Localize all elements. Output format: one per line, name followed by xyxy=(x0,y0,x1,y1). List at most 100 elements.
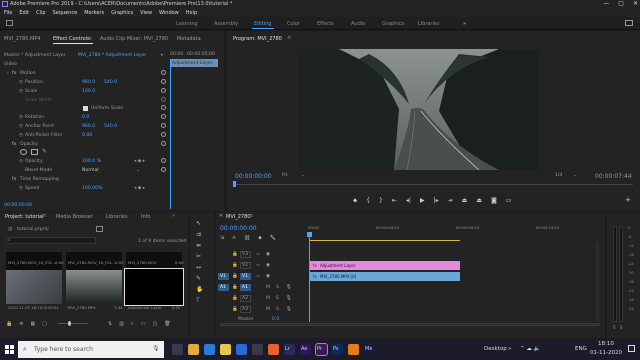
program-title[interactable]: Program: MVI_2780 xyxy=(233,36,282,42)
menu-clip[interactable]: Clip xyxy=(36,10,45,16)
track-a3-lock-icon[interactable]: 🔒 xyxy=(232,307,238,312)
opacity-value[interactable]: 100.0 % xyxy=(82,159,101,164)
ripple-edit-tool-icon[interactable]: ⇹ xyxy=(196,242,203,249)
vlc-icon[interactable] xyxy=(348,344,359,355)
workspace-libraries[interactable]: Libraries xyxy=(418,21,440,27)
desktop-label[interactable]: Desktop xyxy=(484,346,507,352)
anchor-y-value[interactable]: 540.0 xyxy=(104,124,117,129)
timeline-timecode[interactable]: 00:00:00:00 xyxy=(220,225,257,232)
workspace-audio[interactable]: Audio xyxy=(351,21,365,27)
rotation-value[interactable]: 0.0 xyxy=(82,115,89,120)
scale-value[interactable]: 100.0 xyxy=(82,89,95,94)
track-v2-lock-icon[interactable]: 🔒 xyxy=(232,263,238,268)
panel-menu-icon[interactable]: ≡ xyxy=(88,36,92,42)
keyframe-nav-icon[interactable]: ◂ ◆ ▸ xyxy=(134,159,145,164)
razor-tool-icon[interactable]: ✂ xyxy=(196,253,203,260)
desktop-chevron-icon[interactable]: » xyxy=(508,346,511,352)
anchor-x-value[interactable]: 960.0 xyxy=(82,124,95,129)
work-area-bar[interactable] xyxy=(310,240,460,241)
taskbar-search-input[interactable]: ⌕ Type here to search 🎙 xyxy=(18,341,164,358)
add-marker-icon[interactable]: ⬥ xyxy=(353,197,357,205)
resolution-chevron-icon[interactable]: ⌄ xyxy=(573,173,577,178)
thumb-5[interactable] xyxy=(66,270,122,304)
file-explorer-icon[interactable] xyxy=(220,344,231,355)
program-menu-icon[interactable]: ≡ xyxy=(287,35,291,41)
project-new-bin-icon[interactable] xyxy=(96,226,103,232)
ellipse-mask-icon[interactable] xyxy=(20,149,27,155)
menu-sequence[interactable]: Sequence xyxy=(53,10,78,16)
type-tool-icon[interactable]: T xyxy=(196,297,203,304)
go-to-in-icon[interactable]: ⇤ xyxy=(392,197,397,205)
project-menu-icon[interactable]: ≡ xyxy=(42,213,46,219)
track-a1-mute[interactable]: M xyxy=(266,285,270,290)
stopwatch-speed-icon[interactable]: ◷ xyxy=(19,186,23,191)
tray-icons[interactable]: ⌃ ☁ 🔈 xyxy=(520,346,540,352)
lift-icon[interactable]: ⏏ xyxy=(462,197,468,205)
chevron-down-icon[interactable]: ⌄ xyxy=(136,168,140,173)
track-a2-lock-icon[interactable]: 🔒 xyxy=(232,296,238,301)
track-a3-mic-icon[interactable]: 🎙 xyxy=(286,307,292,312)
track-select-tool-icon[interactable]: ⇉ xyxy=(196,231,203,238)
media-encoder-icon[interactable]: Me xyxy=(364,344,375,355)
timeline-vertical-scrollbar[interactable] xyxy=(596,242,599,322)
tab-media-browser[interactable]: Media Browser xyxy=(56,214,93,220)
reset-position-icon[interactable] xyxy=(161,79,166,84)
menu-edit[interactable]: Edit xyxy=(19,10,29,16)
master-track-value[interactable]: 0.0 xyxy=(272,317,279,322)
pen-tool-icon[interactable]: ✎ xyxy=(196,275,203,282)
reset-anchor-icon[interactable] xyxy=(161,123,166,128)
speed-value[interactable]: 100.00% xyxy=(82,186,102,191)
after-effects-icon[interactable]: Ae xyxy=(300,344,311,355)
tab-libraries[interactable]: Libraries xyxy=(106,214,128,220)
opacity-title[interactable]: Opacity xyxy=(20,142,38,147)
comparison-view-icon[interactable]: ▭ xyxy=(506,197,512,205)
hand-tool-icon[interactable]: ✋ xyxy=(196,286,203,293)
tab-info[interactable]: Info xyxy=(141,214,150,220)
linked-selection-icon[interactable]: ⛓ xyxy=(244,235,250,241)
track-v2-sync-icon[interactable]: ▭ xyxy=(256,263,260,268)
mail-icon[interactable] xyxy=(236,344,247,355)
reset-opacity-section-icon[interactable] xyxy=(161,141,166,146)
track-a2-mic-icon[interactable]: 🎙 xyxy=(286,296,292,301)
list-view-icon[interactable]: ≣ xyxy=(19,321,23,327)
track-v3-lock-icon[interactable]: 🔒 xyxy=(232,252,238,257)
reset-scale-icon[interactable] xyxy=(161,88,166,93)
track-v3-eye-icon[interactable]: ◉ xyxy=(266,252,270,257)
speed-keyframe-nav-icon[interactable]: ◂ ◆ ▸ xyxy=(134,186,145,191)
notifications-icon[interactable] xyxy=(628,345,635,352)
edge-icon[interactable] xyxy=(204,344,215,355)
find-icon[interactable]: ⌕ xyxy=(131,321,134,327)
program-scrub-bar[interactable] xyxy=(233,184,633,185)
menu-help[interactable]: Help xyxy=(186,10,197,16)
clock-date[interactable]: 01-11-2020 xyxy=(590,350,622,356)
position-y-value[interactable]: 540.0 xyxy=(104,80,117,85)
more-workspaces-button[interactable]: » xyxy=(463,21,466,27)
stopwatch-scale-icon[interactable]: ◷ xyxy=(19,89,23,94)
tab-source[interactable]: MVI_2780.MP4 xyxy=(4,36,41,42)
close-button[interactable]: ✕ xyxy=(633,0,638,9)
reset-blend-icon[interactable] xyxy=(161,167,166,172)
nest-icon[interactable]: ⇲ xyxy=(220,235,224,241)
workspace-assembly[interactable]: Assembly xyxy=(214,21,238,27)
close-sequence-icon[interactable]: ✕ xyxy=(219,213,223,219)
sequence-menu-icon[interactable]: ≡ xyxy=(249,213,253,219)
clock-time[interactable]: 18:10 xyxy=(598,341,614,347)
rectangle-mask-icon[interactable] xyxy=(31,149,38,155)
windows-start-icon[interactable] xyxy=(5,345,14,354)
workspace-color[interactable]: Color xyxy=(287,21,300,27)
timeline-settings-icon[interactable]: 🔧 xyxy=(270,235,276,241)
menu-view[interactable]: View xyxy=(140,10,152,16)
track-a3-mute[interactable]: M xyxy=(266,307,270,312)
tab-effect-controls[interactable]: Effect Controls xyxy=(53,36,90,42)
project-search-input[interactable] xyxy=(6,237,96,244)
motion-title[interactable]: Motion xyxy=(20,71,36,76)
snap-icon[interactable]: ∩ xyxy=(232,235,236,241)
master-label[interactable]: Master * Adjustment Layer xyxy=(4,53,66,58)
flicker-value[interactable]: 0.00 xyxy=(82,133,92,138)
project-more-icon[interactable]: » xyxy=(172,213,175,219)
firefox-icon[interactable] xyxy=(268,344,279,355)
stopwatch-anchor-icon[interactable]: ◷ xyxy=(19,124,23,129)
stopwatch-position-icon[interactable]: ◷ xyxy=(19,80,23,85)
workspace-graphics[interactable]: Graphics xyxy=(382,21,404,27)
track-a2-solo[interactable]: S xyxy=(276,296,279,301)
